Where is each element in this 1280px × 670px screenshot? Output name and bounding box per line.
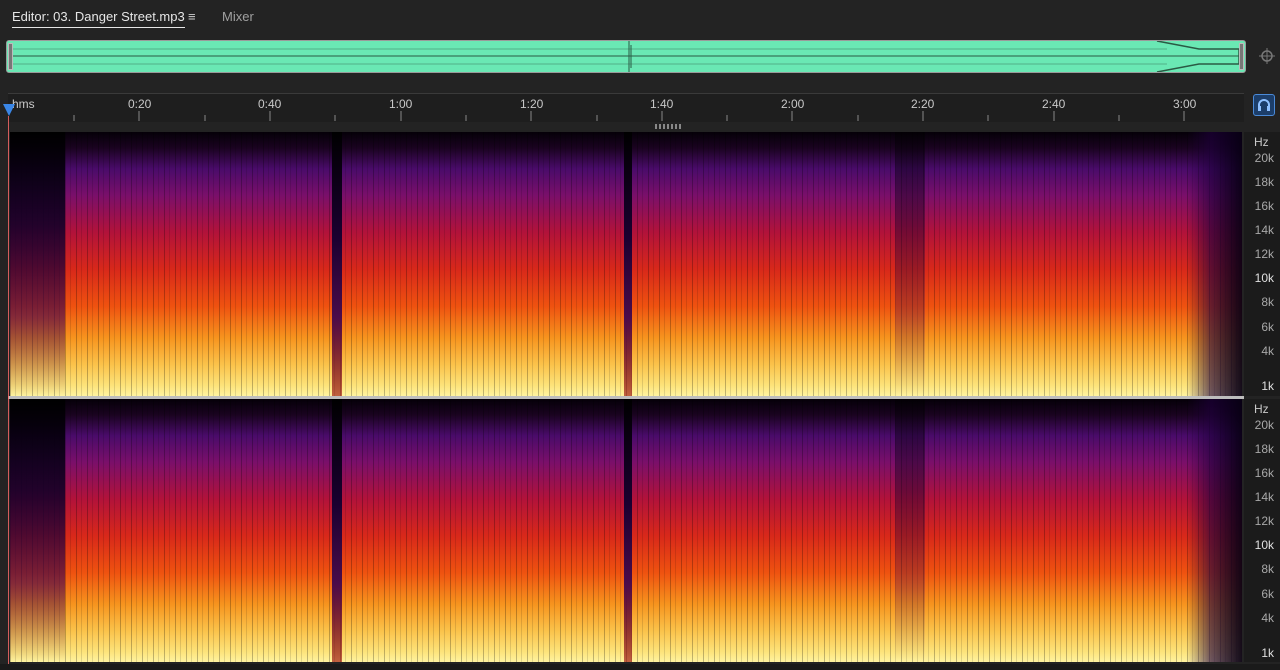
hz-label: 14k	[1254, 223, 1274, 237]
playhead-marker[interactable]	[3, 104, 15, 116]
hz-label: 4k	[1261, 611, 1274, 625]
hz-label: 1k	[1261, 379, 1274, 393]
hz-label: 4k	[1261, 344, 1274, 358]
spectrogram-gap	[332, 132, 342, 396]
spectral-channel-left[interactable]	[10, 132, 1242, 396]
hz-unit-label: Hz	[1254, 402, 1269, 416]
hz-label: 20k	[1254, 418, 1274, 432]
spectrogram-gap	[624, 399, 632, 662]
overview-start-handle[interactable]	[8, 43, 13, 70]
hz-label: 6k	[1261, 587, 1274, 601]
tab-bar: Editor: 03. Danger Street.mp3 ≡ Mixer	[0, 0, 1280, 32]
bottom-bar	[0, 664, 1280, 670]
zoom-to-time-icon[interactable]	[1258, 47, 1276, 65]
hz-label: 10k	[1254, 271, 1274, 285]
spectral-channel-right[interactable]	[10, 399, 1242, 662]
headphone-snap-icon[interactable]	[1253, 94, 1275, 116]
ruler-ticks	[73, 111, 1185, 121]
spectrogram-gap	[332, 399, 342, 662]
hz-label: 1k	[1261, 646, 1274, 660]
spectrogram-intro-region	[10, 399, 65, 662]
hz-label: 12k	[1254, 247, 1274, 261]
spectrogram-intro-region	[10, 132, 65, 396]
hz-label: 10k	[1254, 538, 1274, 552]
spectrogram-quiet-region	[895, 132, 925, 396]
tab-mixer[interactable]: Mixer	[222, 9, 254, 24]
hz-label: 16k	[1254, 466, 1274, 480]
hz-label: 12k	[1254, 514, 1274, 528]
hz-label: 20k	[1254, 151, 1274, 165]
tab-editor[interactable]: Editor: 03. Danger Street.mp3	[12, 9, 185, 28]
hz-label: 14k	[1254, 490, 1274, 504]
playhead-line	[8, 116, 9, 664]
frequency-ruler-left[interactable]: Hz 20k 18k 16k 14k 12k 10k 8k 6k 4k 1k	[1244, 132, 1280, 396]
hz-label: 16k	[1254, 199, 1274, 213]
overview-end-handle[interactable]	[1239, 43, 1244, 70]
hz-label: 8k	[1261, 295, 1274, 309]
tab-menu-icon[interactable]: ≡	[188, 9, 196, 24]
spectrogram-quiet-region	[895, 399, 925, 662]
frequency-ruler-right[interactable]: Hz 20k 18k 16k 14k 12k 10k 8k 6k 4k 1k	[1244, 399, 1280, 662]
resize-grip[interactable]	[655, 124, 681, 129]
overview-waveform-shape	[13, 41, 1240, 72]
time-ruler[interactable]: hms 0:20 0:40 1:00 1:20 1:40 2:00 2:20 2…	[8, 93, 1244, 122]
spectrogram-gap	[624, 132, 632, 396]
hz-unit-label: Hz	[1254, 135, 1269, 149]
hz-label: 8k	[1261, 562, 1274, 576]
hz-label: 18k	[1254, 442, 1274, 456]
overview-waveform[interactable]	[6, 40, 1246, 73]
hz-label: 6k	[1261, 320, 1274, 334]
hz-label: 18k	[1254, 175, 1274, 189]
